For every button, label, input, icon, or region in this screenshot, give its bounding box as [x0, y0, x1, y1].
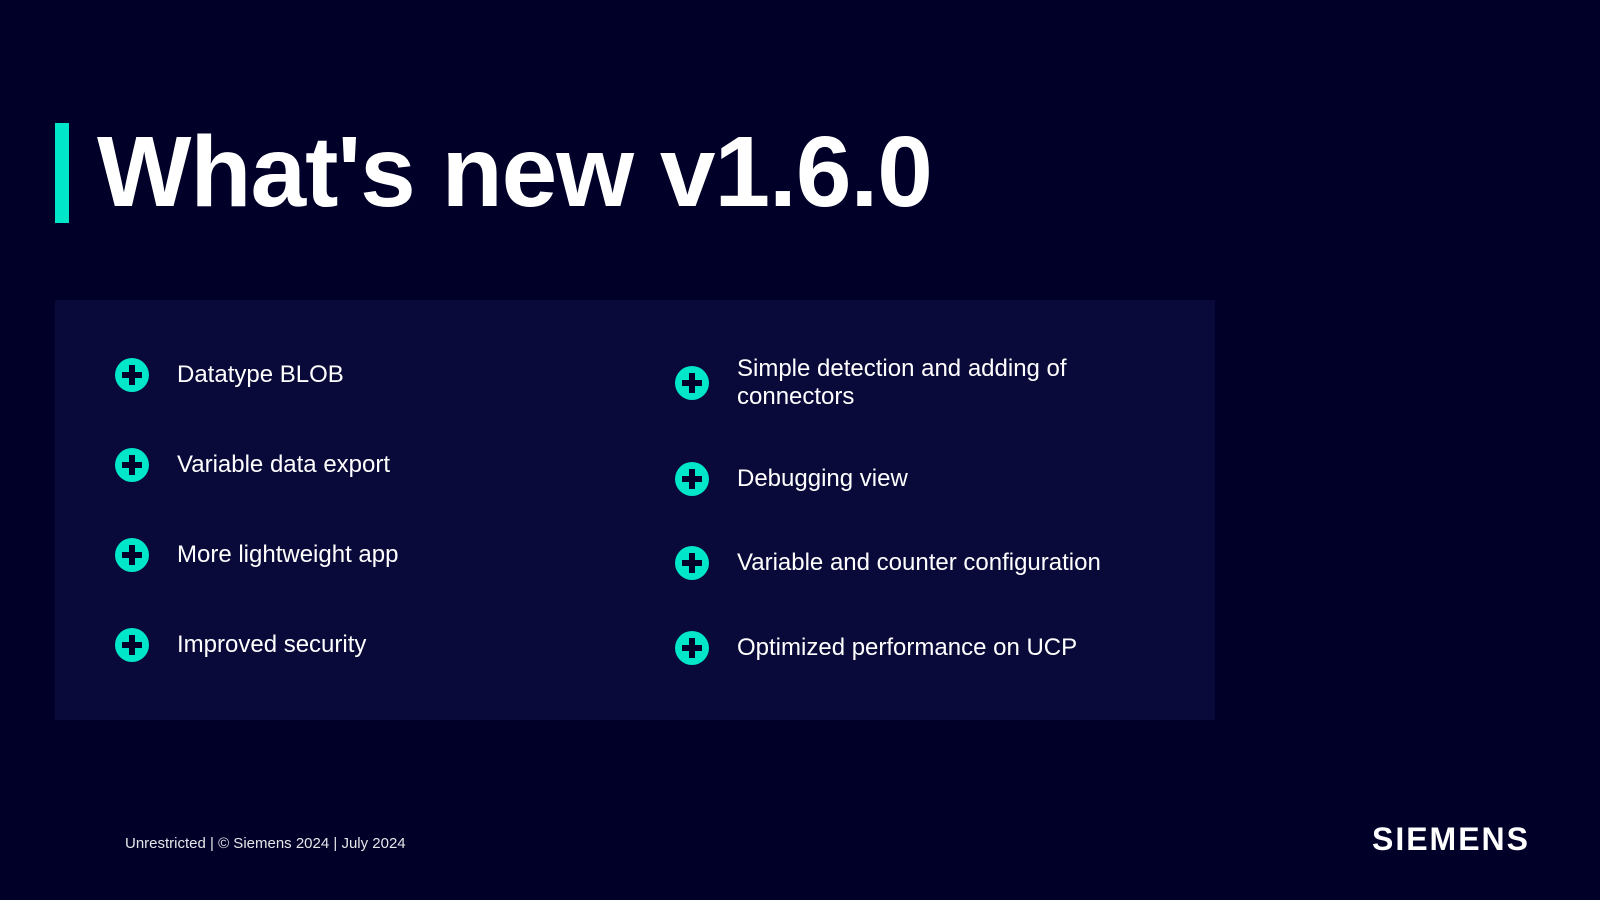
plus-icon — [115, 448, 149, 482]
feature-item: Optimized performance on UCP — [675, 631, 1155, 665]
plus-icon — [115, 628, 149, 662]
feature-item: Debugging view — [675, 462, 1155, 496]
siemens-logo: SIEMENS — [1372, 821, 1530, 858]
footer-copyright: Unrestricted | © Siemens 2024 | July 202… — [125, 835, 406, 852]
feature-item: Improved security — [115, 628, 595, 662]
features-panel: Datatype BLOB Variable data export More … — [55, 300, 1215, 720]
feature-text: More lightweight app — [177, 541, 398, 569]
plus-icon — [115, 538, 149, 572]
feature-item: Simple detection and adding of connector… — [675, 355, 1155, 411]
page-title: What's new v1.6.0 — [97, 115, 932, 230]
feature-text: Variable data export — [177, 451, 390, 479]
features-column-left: Datatype BLOB Variable data export More … — [115, 330, 635, 690]
feature-item: More lightweight app — [115, 538, 595, 572]
feature-text: Optimized performance on UCP — [737, 634, 1077, 662]
feature-text: Debugging view — [737, 465, 908, 493]
features-column-right: Simple detection and adding of connector… — [635, 330, 1155, 690]
feature-item: Variable and counter configuration — [675, 546, 1155, 580]
plus-icon — [115, 358, 149, 392]
feature-item: Variable data export — [115, 448, 595, 482]
plus-icon — [675, 546, 709, 580]
feature-text: Simple detection and adding of connector… — [737, 355, 1155, 411]
plus-icon — [675, 631, 709, 665]
feature-text: Improved security — [177, 631, 366, 659]
plus-icon — [675, 462, 709, 496]
feature-text: Datatype BLOB — [177, 361, 344, 389]
plus-icon — [675, 366, 709, 400]
feature-item: Datatype BLOB — [115, 358, 595, 392]
title-wrapper: What's new v1.6.0 — [55, 115, 932, 230]
title-accent-bar — [55, 123, 69, 223]
feature-text: Variable and counter configuration — [737, 549, 1101, 577]
